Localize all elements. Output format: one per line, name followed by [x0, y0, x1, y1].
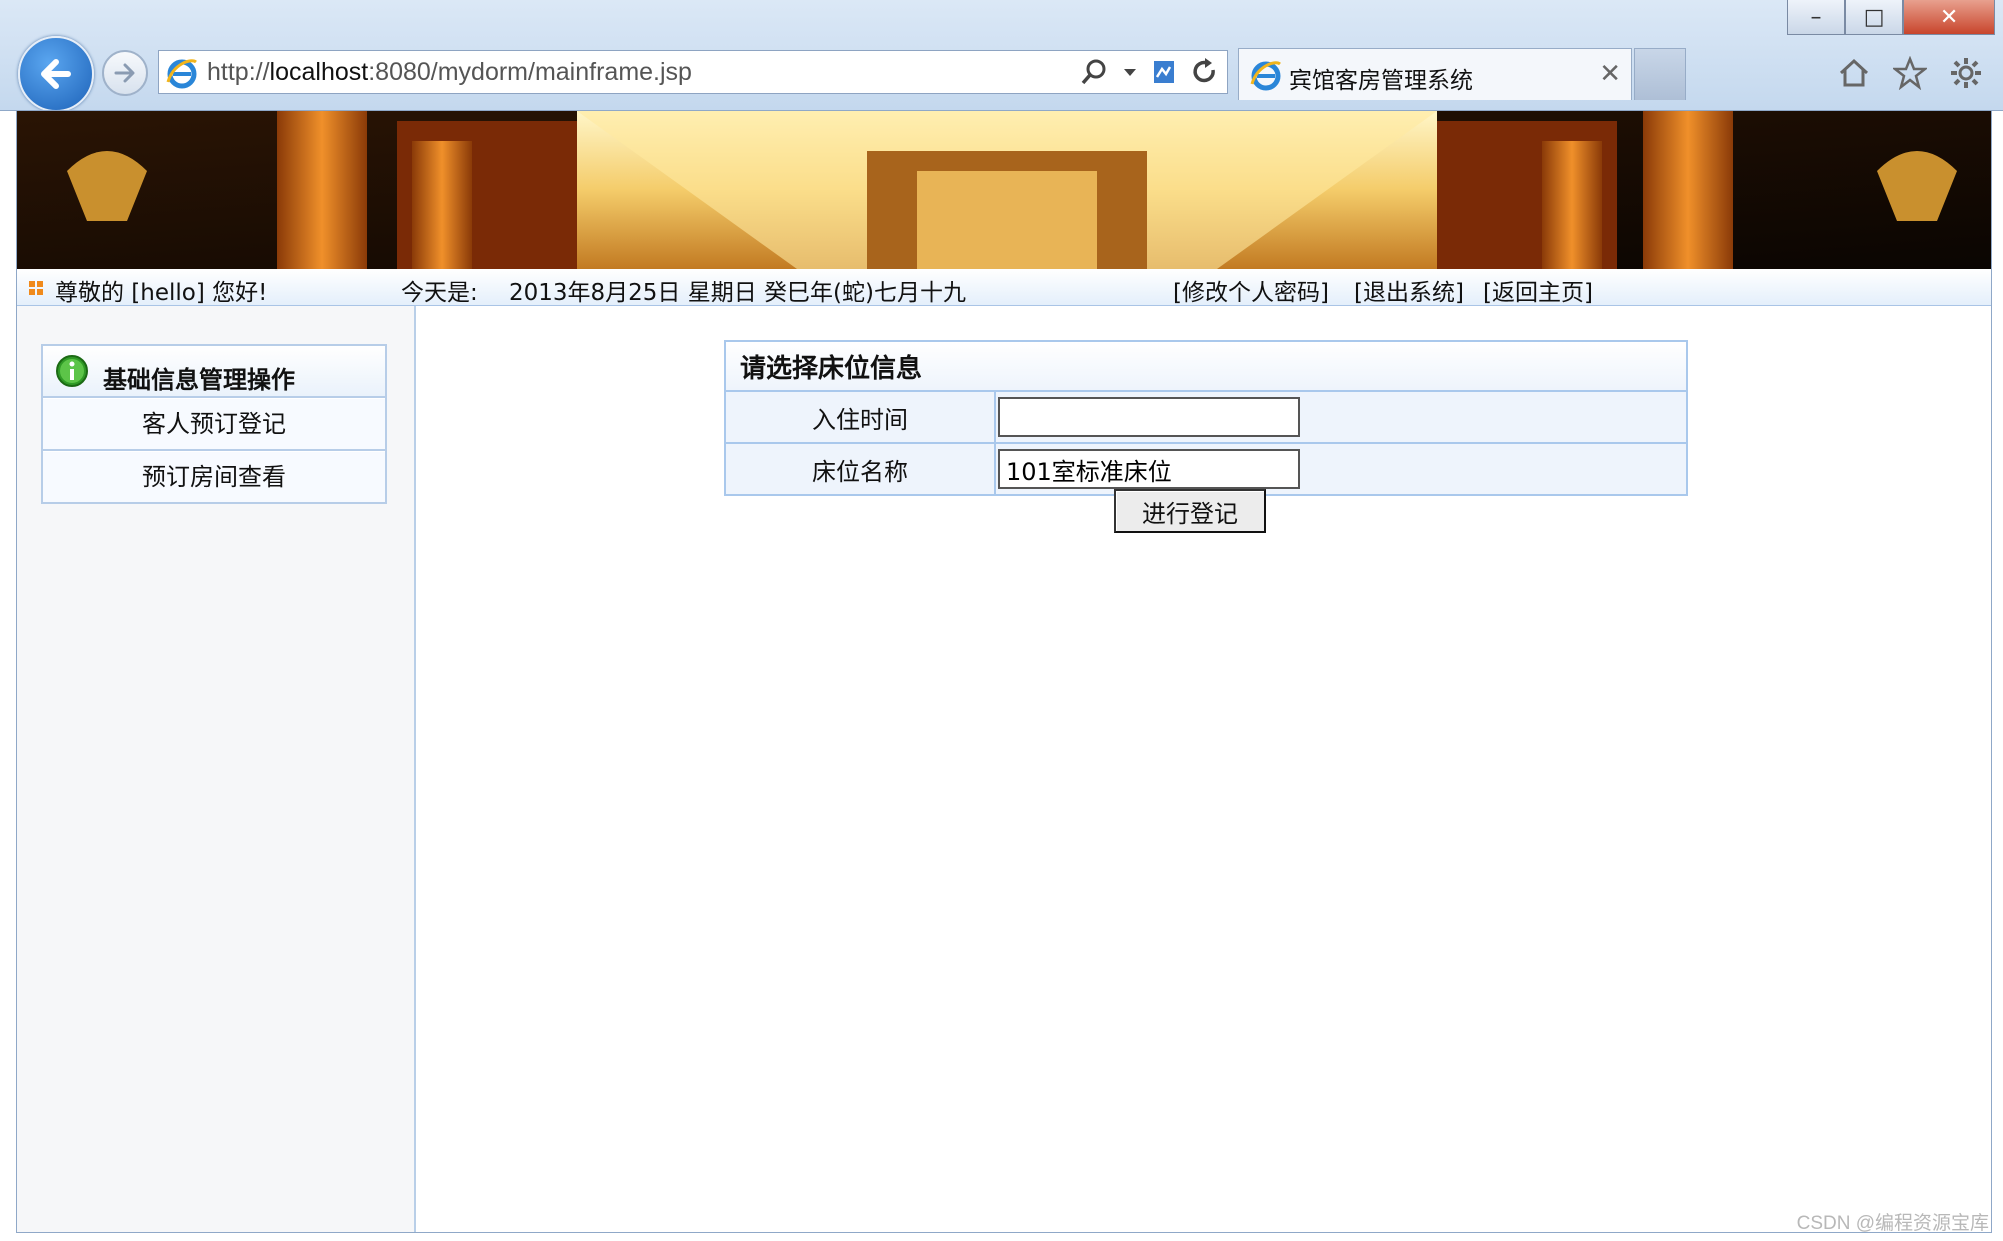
- search-icon[interactable]: [1079, 57, 1109, 87]
- refresh-icon[interactable]: [1191, 57, 1219, 87]
- address-tools: [1079, 57, 1219, 87]
- bed-name-label: 床位名称: [724, 442, 996, 496]
- sidebar-item-guest-booking[interactable]: 客人预订登记: [43, 398, 385, 451]
- info-icon: [56, 355, 88, 387]
- bed-name-cell: [994, 442, 1688, 496]
- date-value: 2013年8月25日 星期日 癸巳年(蛇)七月十九: [509, 280, 967, 306]
- tab-close-icon[interactable]: ✕: [1599, 59, 1621, 89]
- settings-gear-icon[interactable]: [1949, 56, 1983, 90]
- watermark-text: CSDN @编程资源宝库: [1796, 1213, 1989, 1234]
- sidebar: 基础信息管理操作 客人预订登记 预订房间查看: [17, 306, 416, 1232]
- sidebar-item-booked-rooms[interactable]: 预订房间查看: [43, 451, 385, 502]
- bed-selection-form: 请选择床位信息 入住时间 床位名称: [724, 340, 1688, 496]
- back-arrow-icon: [41, 59, 71, 89]
- bed-name-input[interactable]: [998, 449, 1300, 489]
- date-label: 今天是:: [401, 280, 478, 306]
- main-content: 请选择床位信息 入住时间 床位名称 进行登记: [416, 306, 1991, 1232]
- browser-chrome: – □ ✕ http://localhost:8080/mydorm/mainf…: [0, 0, 2003, 112]
- tab-ie-logo-icon: [1250, 61, 1281, 91]
- sidebar-menu: 基础信息管理操作 客人预订登记 预订房间查看: [41, 344, 387, 504]
- form-caption: 请选择床位信息: [724, 340, 1688, 392]
- maximize-button[interactable]: □: [1845, 0, 1904, 35]
- change-password-link[interactable]: [修改个人密码]: [1173, 273, 1329, 307]
- greeting-text: 尊敬的 [hello] 您好!: [55, 280, 268, 306]
- menu-header: 基础信息管理操作: [43, 346, 385, 398]
- return-home-link[interactable]: [返回主页]: [1483, 273, 1593, 307]
- forward-button[interactable]: [102, 50, 148, 96]
- browser-toolbar: [1837, 56, 1983, 90]
- tab-title: 宾馆客房管理系统: [1289, 68, 1473, 94]
- back-button[interactable]: [18, 36, 94, 112]
- window-controls: – □ ✕: [1787, 0, 1995, 36]
- ie-logo-icon: [166, 59, 197, 89]
- register-button[interactable]: 进行登记: [1114, 489, 1266, 533]
- new-tab-button[interactable]: [1634, 48, 1686, 100]
- menu-title: 基础信息管理操作: [103, 366, 295, 394]
- compatibility-view-icon[interactable]: [1151, 57, 1177, 87]
- logout-link[interactable]: [退出系统]: [1354, 273, 1464, 307]
- dropdown-icon[interactable]: [1123, 57, 1137, 87]
- user-info-bar: 尊敬的 [hello] 您好! 今天是: 2013年8月25日 星期日 癸巳年(…: [17, 269, 1991, 307]
- forward-arrow-icon: [114, 63, 135, 83]
- checkin-time-cell: [994, 390, 1688, 444]
- favorites-star-icon[interactable]: [1893, 56, 1927, 90]
- url-text: http://localhost:8080/mydorm/mainframe.j…: [207, 58, 692, 86]
- minimize-button[interactable]: –: [1787, 0, 1846, 35]
- hotel-banner-image: [17, 111, 1991, 269]
- checkin-time-label: 入住时间: [724, 390, 996, 444]
- browser-tab[interactable]: 宾馆客房管理系统 ✕: [1238, 48, 1632, 100]
- home-icon[interactable]: [1837, 56, 1871, 90]
- address-bar[interactable]: http://localhost:8080/mydorm/mainframe.j…: [158, 50, 1228, 94]
- web-page: 尊敬的 [hello] 您好! 今天是: 2013年8月25日 星期日 癸巳年(…: [16, 110, 1992, 1233]
- checkin-time-input[interactable]: [998, 397, 1300, 437]
- bullet-icon: [29, 281, 43, 295]
- close-window-button[interactable]: ✕: [1903, 0, 1995, 35]
